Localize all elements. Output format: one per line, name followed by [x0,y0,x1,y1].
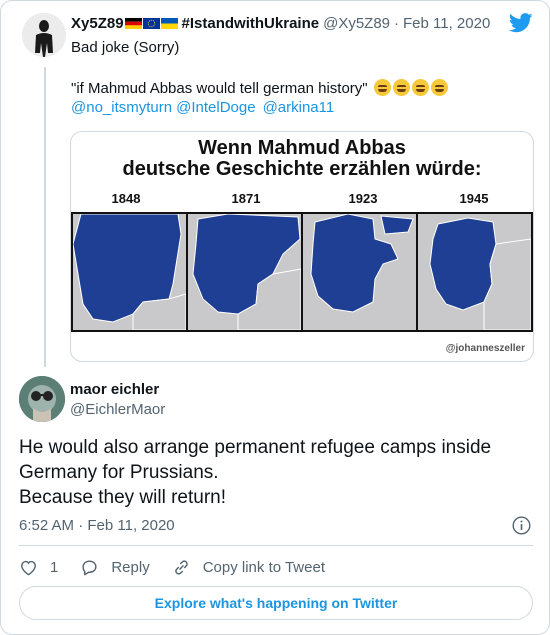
twitter-bird-icon[interactable] [509,13,533,33]
map-panel [73,214,186,330]
tweet-actions: 1 Reply Copy link to Tweet [19,557,347,577]
flag-germany-icon [124,18,142,29]
media-title-line1: Wenn Mahmud Abbas [198,137,406,159]
tweet-timestamp[interactable]: 6:52 AM · Feb 11, 2020 [19,517,175,534]
copy-link-button[interactable]: Copy link to Tweet [172,558,325,577]
mention-link[interactable]: @arkina11 [263,99,335,116]
media-year-label: 1848 [111,191,141,206]
map-panel [303,214,416,330]
media-year-label: 1923 [348,191,378,206]
parent-text-line2: "if Mahmud Abbas would tell german histo… [71,79,448,97]
tears-of-joy-emoji-icon [392,79,410,96]
like-button[interactable]: 1 [19,558,58,577]
media-map-strip [71,212,533,332]
tweet-body-line: Germany for Prussians. [19,462,219,483]
media-title-line2: deutsche Geschichte erzählen würde: [122,158,482,180]
media-credit: @johanneszeller [445,343,525,354]
parent-separator: · [394,15,400,32]
grinning-sweat-emoji-icon [373,79,391,96]
flag-ukraine-icon [160,18,178,29]
tweet-body-line: He would also arrange permanent refugee … [19,437,492,458]
tweet-embed-card: Xy5Z89 #IstandwithUkraine @Xy5Z89 · Feb … [0,0,550,635]
reply-button[interactable]: Reply [80,558,150,577]
media-year-label: 1871 [231,191,261,206]
reply-bubble-icon [82,559,97,575]
tweet-body: He would also arrange permanent refugee … [19,435,539,510]
author-avatar[interactable] [19,376,65,422]
flag-eu-icon [142,18,160,29]
mention-link[interactable]: @no_itsmyturn [71,99,172,116]
parent-author-avatar[interactable] [22,13,66,57]
tweet-body-line: Because they will return! [19,487,226,508]
parent-tweet[interactable]: Xy5Z89 #IstandwithUkraine @Xy5Z89 · Feb … [1,1,549,369]
parent-handle[interactable]: @Xy5Z89 [323,15,390,32]
divider [19,545,533,546]
thread-connector-line [44,67,46,367]
mention-link[interactable]: @IntelDoge [176,99,255,116]
heart-icon [21,560,36,575]
parent-hashtag[interactable]: #IstandwithUkraine [182,15,320,32]
author-handle[interactable]: @EichlerMaor [70,401,165,418]
link-icon [174,559,188,575]
map-panel [188,214,301,330]
parent-header: Xy5Z89 #IstandwithUkraine @Xy5Z89 · Feb … [71,15,490,32]
parent-author-name[interactable]: Xy5Z89 [71,15,124,32]
like-count: 1 [50,558,59,576]
parent-date[interactable]: Feb 11, 2020 [403,15,490,32]
media-title: Wenn Mahmud Abbas deutsche Geschichte er… [71,138,533,180]
info-icon[interactable] [512,516,531,535]
tears-of-joy-emoji-icon [430,79,448,96]
media-year-label: 1945 [459,191,489,206]
author-name[interactable]: maor eichler [70,381,159,398]
parent-quote-text: "if Mahmud Abbas would tell german histo… [71,80,368,97]
parent-text-line1: Bad joke (Sorry) [71,39,180,56]
reply-label: Reply [111,558,150,576]
parent-mentions: @no_itsmyturn @IntelDoge @arkina11 [71,99,338,116]
tears-of-joy-emoji-icon [411,79,429,96]
parent-media-image[interactable]: Wenn Mahmud Abbas deutsche Geschichte er… [70,131,534,362]
copy-link-label: Copy link to Tweet [202,558,325,576]
explore-twitter-button[interactable]: Explore what's happening on Twitter [19,586,533,620]
map-panel [418,214,531,330]
